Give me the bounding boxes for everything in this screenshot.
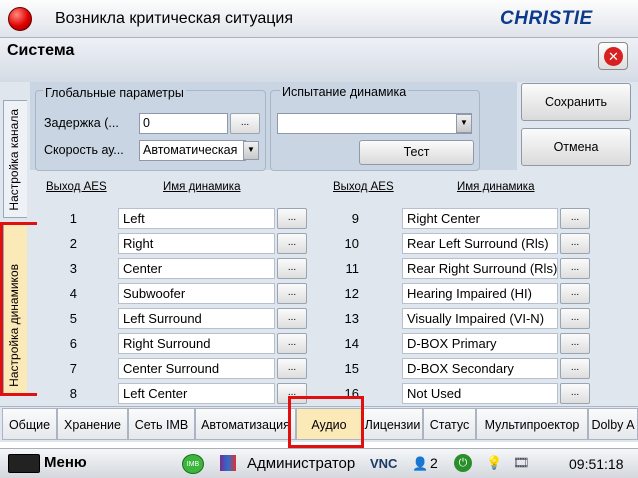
speaker-name-field[interactable]: Left Surround [118, 308, 275, 329]
power-icon[interactable]: ⏻ [454, 454, 472, 472]
bottom-tab-8[interactable]: Dolby A [588, 408, 638, 440]
speaker-test-select[interactable] [277, 113, 472, 134]
speaker-more-button[interactable]: ... [277, 358, 307, 379]
aes-output-number: 11 [345, 261, 360, 276]
bottom-tab-7[interactable]: Мультипроектор [476, 408, 588, 440]
speaker-name-field[interactable]: Subwoofer [118, 283, 275, 304]
highlight-box-speaker-tab [0, 222, 40, 396]
imb-icon[interactable]: IMB [182, 454, 204, 474]
speaker-name-field[interactable]: Right [118, 233, 275, 254]
speaker-more-button[interactable]: ... [277, 208, 307, 229]
speaker-more-button[interactable]: ... [560, 383, 590, 404]
aes-output-number: 6 [69, 336, 77, 351]
aes-output-number: 13 [344, 311, 359, 326]
speaker-name-field[interactable]: Left [118, 208, 275, 229]
speaker-more-button[interactable]: ... [560, 333, 590, 354]
speaker-name-field[interactable]: Not Used [402, 383, 558, 404]
window-title: Возникла критическая ситуация [55, 10, 293, 27]
save-button[interactable]: Сохранить [521, 83, 631, 121]
status-icon [220, 455, 236, 471]
speaker-name-field[interactable]: Hearing Impaired (HI) [402, 283, 558, 304]
bottom-tab-1[interactable]: Хранение [57, 408, 128, 440]
speaker-more-button[interactable]: ... [560, 208, 590, 229]
bottom-tab-0[interactable]: Общие [2, 408, 57, 440]
section-header: Система ✕ [0, 38, 638, 82]
bulb-icon[interactable]: 💡 [486, 455, 502, 471]
aes-output-number: 15 [344, 361, 359, 376]
speaker-test-label: Испытание динамика [280, 85, 409, 99]
close-button[interactable]: ✕ [598, 42, 628, 70]
header-aes-right: Выход AES [333, 181, 394, 193]
menu-button[interactable]: Меню [44, 454, 87, 471]
alert-icon [8, 7, 32, 31]
bottom-tab-5[interactable]: Лицензии [362, 408, 423, 440]
projector-icon [8, 454, 40, 473]
speaker-name-field[interactable]: Rear Right Surround (Rls) [402, 258, 558, 279]
test-button[interactable]: Тест [359, 140, 474, 165]
user-label: Администратор [247, 455, 356, 472]
speed-select[interactable]: Автоматическая [139, 140, 246, 161]
aes-output-number: 7 [69, 361, 77, 376]
speaker-more-button[interactable]: ... [560, 358, 590, 379]
film-icon[interactable]: 🎞 [513, 455, 530, 471]
aes-output-number: 14 [344, 336, 359, 351]
speed-label: Скорость ау... [44, 143, 124, 157]
aes-output-number: 2 [69, 236, 77, 251]
aes-output-number: 8 [69, 386, 77, 401]
bottom-tab-6[interactable]: Статус [423, 408, 476, 440]
clock: 09:51:18 [569, 456, 624, 472]
speaker-name-field[interactable]: Center [118, 258, 275, 279]
speaker-more-button[interactable]: ... [277, 283, 307, 304]
vnc-label[interactable]: VNC [370, 456, 397, 471]
speaker-more-button[interactable]: ... [277, 308, 307, 329]
aes-output-number: 3 [69, 261, 77, 276]
speaker-name-field[interactable]: Rear Left Surround (Rls) [402, 233, 558, 254]
aes-output-number: 9 [351, 211, 359, 226]
speaker-more-button[interactable]: ... [277, 333, 307, 354]
bottom-tab-3[interactable]: Автоматизация [195, 408, 296, 440]
cancel-button[interactable]: Отмена [521, 128, 631, 166]
aes-output-number: 4 [69, 286, 77, 301]
speaker-name-field[interactable]: Right Center [402, 208, 558, 229]
speaker-more-button[interactable]: ... [560, 233, 590, 254]
users-count: 2 [430, 455, 438, 471]
header-aes-left: Выход AES [46, 181, 107, 193]
delay-input[interactable]: 0 [139, 113, 228, 134]
aes-output-number: 5 [69, 311, 77, 326]
highlight-box-audio-tab [288, 396, 364, 448]
speaker-more-button[interactable]: ... [560, 283, 590, 304]
speaker-name-field[interactable]: Left Center [118, 383, 275, 404]
chevron-down-icon[interactable]: ▼ [243, 141, 259, 160]
delay-label: Задержка (... [44, 116, 119, 130]
speaker-more-button[interactable]: ... [560, 258, 590, 279]
speaker-name-field[interactable]: Center Surround [118, 358, 275, 379]
tab-channel-settings[interactable]: Настройка канала [3, 100, 27, 218]
speaker-more-button[interactable]: ... [277, 233, 307, 254]
global-params-label: Глобальные параметры [43, 86, 186, 100]
taskbar: Меню IMB Администратор VNC 👤 2 ⏻ 💡 🎞 09:… [0, 448, 638, 478]
chevron-down-icon[interactable]: ▼ [456, 114, 472, 133]
speaker-name-field[interactable]: Right Surround [118, 333, 275, 354]
close-icon: ✕ [604, 47, 623, 66]
speaker-name-field[interactable]: D-BOX Secondary [402, 358, 558, 379]
aes-output-number: 10 [344, 236, 359, 251]
delay-more-button[interactable]: ... [230, 113, 260, 134]
header-name-right: Имя динамика [457, 181, 535, 193]
speaker-more-button[interactable]: ... [560, 308, 590, 329]
christie-logo: CHRISTIE [500, 8, 593, 29]
section-title: Система [7, 42, 75, 59]
aes-output-number: 1 [69, 211, 77, 226]
speaker-more-button[interactable]: ... [277, 258, 307, 279]
speaker-name-field[interactable]: D-BOX Primary [402, 333, 558, 354]
speaker-name-field[interactable]: Visually Impaired (VI-N) [402, 308, 558, 329]
users-icon: 👤 [412, 456, 429, 471]
bottom-tab-2[interactable]: Сеть IMB [128, 408, 195, 440]
aes-output-number: 12 [344, 286, 359, 301]
header-name-left: Имя динамика [163, 181, 241, 193]
